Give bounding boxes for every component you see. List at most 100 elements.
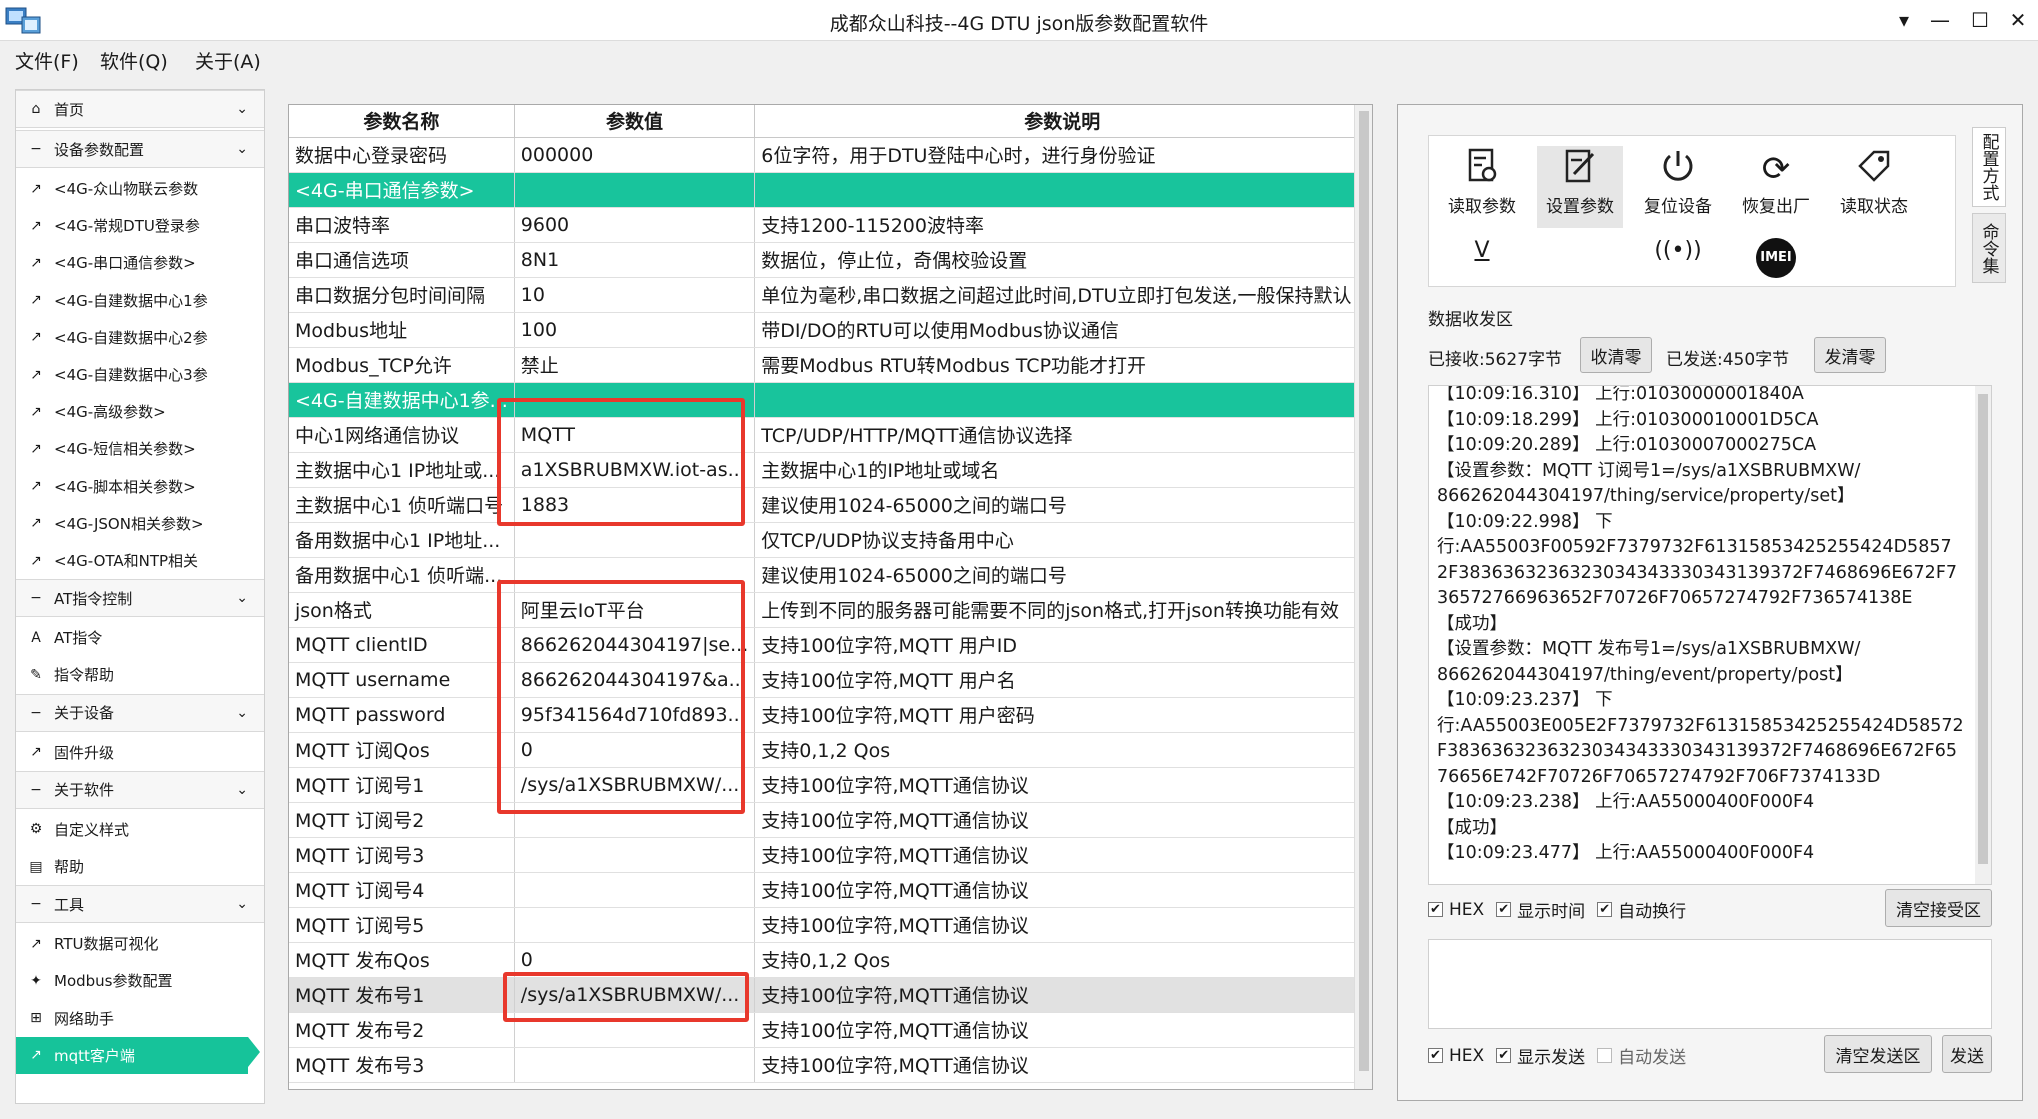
table-row[interactable]: MQTT 发布Qos 0 支持0,1,2 Qos [289, 942, 1371, 978]
cell-value[interactable]: /sys/a1XSBRUBMXW/... [514, 767, 756, 803]
read-params-button[interactable]: 读取参数 [1439, 146, 1525, 228]
table-row[interactable]: MQTT 订阅号3 支持100位字符,MQTT通信协议 [289, 837, 1371, 873]
cell-value[interactable]: a1XSBRUBMXW.iot-as... [514, 452, 756, 488]
auto-send-checkbox[interactable] [1597, 1048, 1613, 1063]
menu-about[interactable]: 关于(A) [195, 47, 261, 74]
col-header-name[interactable]: 参数名称 [289, 105, 515, 138]
signal-button[interactable]: ((•)) [1635, 238, 1721, 282]
clear-sent-count-button[interactable]: 发清零 [1814, 337, 1886, 373]
sidebar-item[interactable]: ↗ <4G-短信相关参数> [16, 430, 264, 467]
receive-log[interactable]: 【10:09:16.310】 上行:01030000001840A 【10:09:… [1428, 385, 1992, 885]
table-row[interactable]: MQTT password 95f341564d710fd893... 支持100位… [289, 697, 1371, 733]
table-row[interactable]: MQTT 订阅号2 支持100位字符,MQTT通信协议 [289, 802, 1371, 838]
table-row[interactable]: 串口通信选项 8N1 数据位，停止位，奇偶校验设置 [289, 242, 1371, 278]
send-input[interactable] [1428, 939, 1992, 1029]
table-row[interactable]: 中心1网络通信协议 MQTT TCP/UDP/HTTP/MQTT通信协议选择 [289, 417, 1371, 453]
imei-button[interactable]: IMEI [1733, 238, 1819, 282]
table-row[interactable]: json格式 阿里云IoT平台 上传到不同的服务器可能需要不同的json格式,打开j… [289, 592, 1371, 628]
tab-config-mode[interactable]: 配置方式 [1972, 127, 2006, 207]
table-row[interactable]: MQTT clientID 866262044304197|se... 支持100位… [289, 627, 1371, 663]
auto-wrap-checkbox[interactable]: ✔ [1597, 902, 1613, 917]
sidebar-item[interactable]: ↗ <4G-自建数据中心2参 [16, 319, 264, 356]
table-row[interactable]: 数据中心登录密码 000000 6位字符，用于DTU登陆中心时，进行身份验证 [289, 137, 1371, 173]
factory-reset-button[interactable]: ⟳ 恢复出厂 [1733, 146, 1819, 228]
sidebar-item[interactable]: ↗ <4G-串口通信参数> [16, 244, 264, 281]
table-row[interactable]: 备用数据中心1 IP地址... 仅TCP/UDP协议支持备用中心 [289, 522, 1371, 558]
cell-value[interactable]: 866262044304197&a... [514, 662, 756, 698]
cell-value[interactable]: 阿里云IoT平台 [514, 592, 756, 628]
hex-send-checkbox[interactable]: ✔ [1428, 1048, 1443, 1063]
sidebar-section[interactable]: − 关于设备 ⌄ [16, 693, 264, 732]
table-section-row[interactable]: <4G-串口通信参数> [289, 172, 1371, 208]
cell-value[interactable]: 0 [514, 942, 756, 978]
table-row[interactable]: MQTT 订阅号1/sys/a1XSBRUBMXW/... 支持100位字符,MQ… [289, 767, 1371, 803]
cell-value[interactable] [514, 837, 756, 873]
sidebar-item[interactable]: ↗ <4G-脚本相关参数> [16, 468, 264, 505]
cell-value[interactable]: 866262044304197|se... [514, 627, 756, 663]
cell-value[interactable] [514, 907, 756, 943]
table-row[interactable]: MQTT 订阅Qos 0 支持0,1,2 Qos [289, 732, 1371, 768]
sidebar-section[interactable]: − 工具 ⌄ [16, 885, 264, 924]
version-button[interactable]: V [1439, 238, 1525, 282]
sidebar-item[interactable]: ▤ 帮助 [16, 848, 264, 885]
sidebar-item[interactable]: ↗ <4G-自建数据中心1参 [16, 282, 264, 319]
show-send-checkbox[interactable]: ✔ [1496, 1048, 1512, 1063]
cell-value[interactable] [514, 557, 756, 593]
table-row[interactable]: 串口波特率 9600 支持1200-115200波特率 [289, 207, 1371, 243]
table-row[interactable]: Modbus地址 100 带DI/DO的RTU可以使用Modbus协议通信 [289, 312, 1371, 348]
cell-value[interactable]: 0 [514, 732, 756, 768]
table-row[interactable]: 主数据中心1 侦听端口号 1883 建议使用1024-65000之间的端口号 [289, 487, 1371, 523]
maximize-button[interactable]: ☐ [1960, 4, 2000, 36]
cell-value[interactable]: 000000 [514, 137, 756, 173]
table-row[interactable]: Modbus_TCP允许 禁止 需要Modbus RTU转Modbus TCP功能才… [289, 347, 1371, 383]
sidebar-item[interactable]: ↗ 固件升级 [16, 734, 264, 771]
sidebar-section[interactable]: − 关于软件 ⌄ [16, 770, 264, 809]
cell-value[interactable]: 1883 [514, 487, 756, 523]
sidebar-item[interactable]: ↗ <4G-高级参数> [16, 393, 264, 430]
tab-command-set[interactable]: 命令集 [1972, 213, 2006, 283]
table-row[interactable]: 串口数据分包时间间隔 10 单位为毫秒,串口数据之间超过此时间,DTU立即打包发送,… [289, 277, 1371, 313]
cell-value[interactable] [514, 1047, 756, 1083]
receive-log-scrollbar[interactable] [1975, 386, 1991, 884]
sidebar-item[interactable]: ↗ <4G-自建数据中心3参 [16, 356, 264, 393]
clear-receive-area-button[interactable]: 清空接受区 [1885, 889, 1992, 927]
sidebar-section[interactable]: − 设备参数配置 ⌄ [16, 130, 264, 168]
table-row[interactable]: 主数据中心1 IP地址或... a1XSBRUBMXW.iot-as... 主数据中… [289, 452, 1371, 488]
table-section-row[interactable]: <4G-自建数据中心1参... [289, 382, 1371, 418]
sidebar-item[interactable]: A AT指令 [16, 619, 264, 656]
table-row[interactable]: MQTT username 866262044304197&a... 支持100位字… [289, 662, 1371, 698]
sidebar-item[interactable]: ✎ 指令帮助 [16, 656, 264, 693]
send-button[interactable]: 发送 [1942, 1035, 1992, 1073]
sidebar-item[interactable]: ↗ mqtt客户端 [16, 1036, 260, 1074]
menu-file[interactable]: 文件(F) [15, 47, 79, 74]
cell-value[interactable]: 95f341564d710fd893... [514, 697, 756, 733]
sidebar-item[interactable]: ✦ Modbus参数配置 [16, 962, 264, 999]
minimize-button[interactable]: — [1920, 4, 1960, 36]
sidebar-item[interactable]: ↗ <4G-众山物联云参数 [16, 170, 264, 207]
sidebar-item[interactable]: ↗ <4G-JSON相关参数> [16, 505, 264, 542]
cell-value[interactable] [514, 802, 756, 838]
set-params-button[interactable]: 设置参数 [1537, 146, 1623, 228]
cell-value[interactable] [514, 172, 756, 208]
table-row[interactable]: MQTT 发布号2 支持100位字符,MQTT通信协议 [289, 1012, 1371, 1048]
sidebar-item[interactable]: ⊞ 网络助手 [16, 1000, 264, 1037]
sidebar-section[interactable]: ⌂ 首页 ⌄ [16, 90, 264, 128]
cell-value[interactable] [514, 382, 756, 418]
cell-value[interactable] [514, 1012, 756, 1048]
dropdown-icon[interactable]: ▾ [1884, 4, 1924, 36]
sidebar-item[interactable]: ↗ <4G-OTA和NTP相关 [16, 542, 264, 579]
table-row[interactable]: 备用数据中心1 侦听端... 建议使用1024-65000之间的端口号 [289, 557, 1371, 593]
reset-device-button[interactable]: 复位设备 [1635, 146, 1721, 228]
table-row[interactable]: MQTT 发布号3 支持100位字符,MQTT通信协议 [289, 1047, 1371, 1083]
cell-value[interactable]: 9600 [514, 207, 756, 243]
read-status-button[interactable]: 读取状态 [1831, 146, 1917, 228]
table-scrollbar[interactable] [1354, 105, 1372, 1089]
table-row[interactable]: MQTT 订阅号5 支持100位字符,MQTT通信协议 [289, 907, 1371, 943]
table-row[interactable]: MQTT 订阅号4 支持100位字符,MQTT通信协议 [289, 872, 1371, 908]
cell-value[interactable] [514, 522, 756, 558]
clear-send-area-button[interactable]: 清空发送区 [1824, 1035, 1932, 1073]
menu-software[interactable]: 软件(Q) [100, 47, 168, 74]
sidebar-item[interactable]: ⚙ 自定义样式 [16, 811, 264, 848]
sidebar-section[interactable]: − AT指令控制 ⌄ [16, 579, 264, 618]
sidebar-item[interactable]: ↗ RTU数据可视化 [16, 925, 264, 962]
